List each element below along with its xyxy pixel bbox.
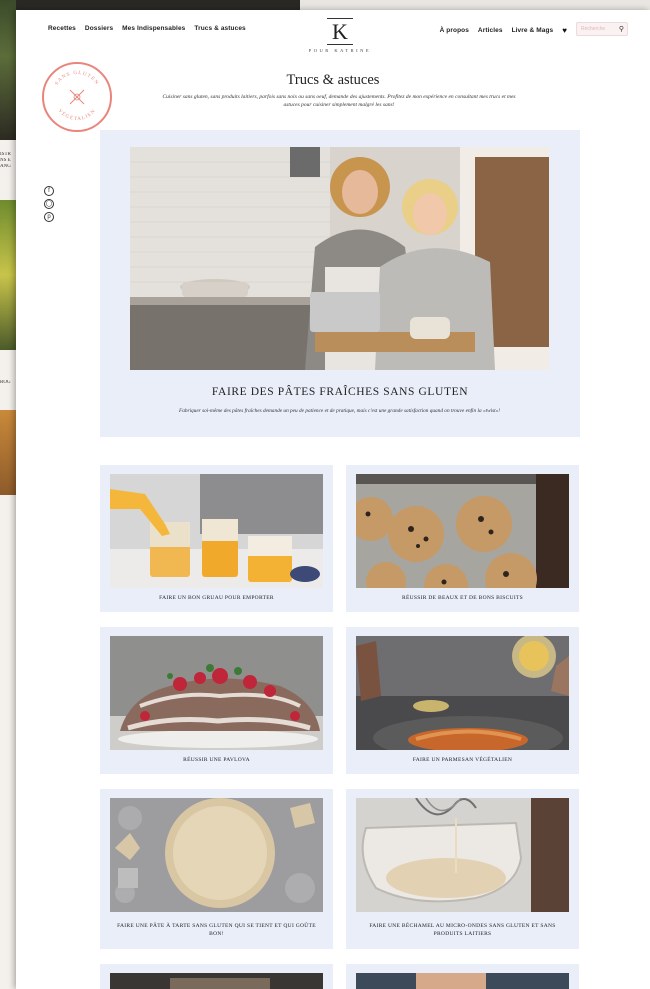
logo-subtitle: POUR KATRINE [308,48,372,53]
article-photo[interactable] [110,798,323,912]
article-photo[interactable] [356,973,569,989]
nav-link-recettes[interactable]: Recettes [48,25,76,32]
site-logo[interactable]: K POUR KATRINE [299,18,381,53]
article-photo[interactable] [356,474,569,588]
seal-bottom-text: VÉGÉTALIEN [57,109,96,123]
nav-link-indispensables[interactable]: Mes Indispensables [122,25,185,32]
article-card[interactable]: FAIRE UN PARMESAN VÉGÉTALIEN [346,627,579,774]
logo-letter: K [332,19,348,44]
social-links: f ◯ p [44,186,54,222]
article-title[interactable]: RÉUSSIR DE BEAUX ET DE BONS BISCUITS [356,594,569,602]
article-photo[interactable] [356,636,569,750]
article-card[interactable]: RÉUSSIR UNE PAVLOVA [100,627,333,774]
heart-icon[interactable]: ♥ [562,26,567,35]
article-title[interactable]: FAIRE UN BON GRUAU POUR EMPORTER [110,594,323,602]
nav-link-a-propos[interactable]: À propos [440,27,469,34]
featured-description: Fabriquer soi-même des pâtes fraîches de… [178,408,501,414]
article-card[interactable]: FAIRE UNE BÉCHAMEL AU MICRO-ONDES SANS G… [346,789,579,949]
article-title[interactable]: RÉUSSIR UNE PAVLOVA [110,756,323,764]
nav-link-livre-mags[interactable]: Livre & Mags [512,27,554,34]
article-title[interactable]: FAIRE UNE PÂTE À TARTE SANS GLUTEN QUI S… [110,922,323,938]
article-card[interactable] [100,964,333,989]
logo-rule [327,44,353,45]
svg-text:VÉGÉTALIEN: VÉGÉTALIEN [57,109,97,123]
search-icon[interactable]: ⚲ [619,25,624,33]
background-food-strip [0,0,16,140]
featured-photo[interactable] [130,147,549,370]
article-title[interactable]: FAIRE UNE BÉCHAMEL AU MICRO-ONDES SANS G… [356,922,569,938]
nav-link-articles[interactable]: Articles [478,27,503,34]
article-card[interactable] [346,964,579,989]
search-placeholder: Recherche [581,26,606,32]
article-title[interactable]: FAIRE UN PARMESAN VÉGÉTALIEN [356,756,569,764]
pinterest-icon[interactable]: p [44,212,54,222]
nav-link-dossiers[interactable]: Dossiers [85,25,113,32]
background-text: ANG [0,164,11,169]
background-food-strip [0,410,16,495]
page-description: Cuisiner sans gluten, sans produits lait… [162,94,516,108]
article-photo[interactable] [356,798,569,912]
nav-link-trucs-astuces[interactable]: Trucs & astuces [194,25,245,32]
browser-page: Recettes Dossiers Mes Indispensables Tru… [16,10,650,989]
article-card[interactable]: FAIRE UNE PÂTE À TARTE SANS GLUTEN QUI S… [100,789,333,949]
article-card[interactable]: FAIRE UN BON GRUAU POUR EMPORTER [100,465,333,612]
page-title: Trucs & astuces [286,72,380,88]
featured-article[interactable]: FAIRE DES PÂTES FRAÎCHES SANS GLUTEN Fab… [100,130,580,437]
article-photo[interactable] [110,973,323,989]
background-food-strip [0,200,16,350]
facebook-icon[interactable]: f [44,186,54,196]
search-input[interactable]: Recherche ⚲ [576,22,628,36]
article-photo[interactable] [110,636,323,750]
featured-title[interactable]: FAIRE DES PÂTES FRAÎCHES SANS GLUTEN [100,386,580,398]
article-photo[interactable] [110,474,323,588]
top-navigation: Recettes Dossiers Mes Indispensables Tru… [16,10,650,53]
instagram-icon[interactable]: ◯ [44,199,54,209]
article-card[interactable]: RÉUSSIR DE BEAUX ET DE BONS BISCUITS [346,465,579,612]
background-text: ROG [0,380,11,385]
